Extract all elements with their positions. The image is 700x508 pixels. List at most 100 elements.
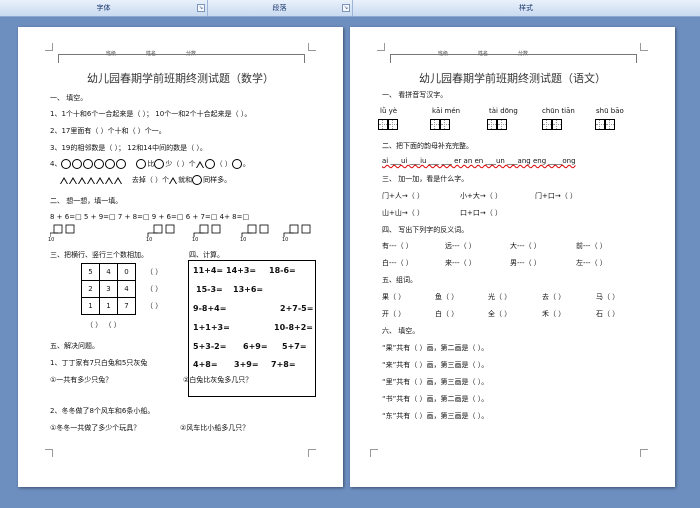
grid-cell: 7 [117, 297, 136, 315]
section-heading: 一、 看拼音写汉字。 [382, 91, 448, 99]
calc-item: 7+8= [271, 360, 296, 369]
pinyin-label: shū bāo [596, 107, 624, 115]
circle-icon [83, 159, 94, 169]
problem-2a: ①冬冬一共做了多少个玩具？ [50, 424, 141, 432]
antonym-item: 有---（ ） [382, 242, 413, 250]
calc-item: 5+3-2= [193, 342, 227, 351]
page-corner-mark [45, 43, 53, 51]
section-heading: 一、 填空。 [50, 94, 88, 102]
section-heading: 三、 加一加，看是什么字。 [382, 175, 469, 183]
problem-2: 2、冬冬做了8个风车和6条小船。 [50, 407, 155, 415]
writing-boxes[interactable] [487, 119, 507, 130]
q4-text: 就和 [178, 176, 193, 184]
calc-item: 9-8+4= [193, 304, 227, 313]
calc-item: 6+9= [243, 342, 268, 351]
stroke-question: “东”共有（ ）画，第三画是（ ）。 [382, 412, 489, 420]
question-4-label: 4、 [50, 160, 62, 168]
grid-cell: 3 [99, 280, 118, 298]
writing-boxes[interactable] [595, 119, 615, 130]
calc-item: 3+9= [234, 360, 259, 369]
calc-item: 5+7= [282, 342, 307, 351]
pinyin-label: kāi mén [432, 107, 461, 115]
grid-cell: 1 [81, 297, 100, 315]
document-page-chinese[interactable]: 班级 姓名 分数 幼儿园春期学前班期终测试题（语文） 一、 看拼音写汉字。 lǜ… [350, 27, 675, 487]
split-number: 10 [240, 237, 247, 243]
calc-item: 14+3= [226, 266, 257, 275]
section-heading: 四、 写出下列字的反义词。 [382, 226, 469, 234]
antonym-item: 白---（ ） [382, 259, 413, 267]
triangle-icon [195, 160, 204, 168]
circle-icon [136, 159, 147, 169]
char-add-item: 口+口→（ ） [460, 209, 502, 217]
writing-boxes[interactable] [378, 119, 398, 130]
triangle-icon [114, 176, 122, 184]
stroke-question: “来”共有（ ）画，第三画是（ ）。 [382, 361, 489, 369]
row-sum-blank: （ ） [146, 268, 163, 276]
problem-2b: ②风车比小船多几只？ [180, 424, 250, 432]
split-number: 10 [48, 237, 55, 243]
q4-text: （ ） [215, 160, 232, 168]
word-item: 白（ ） [435, 310, 459, 318]
question-1: 1、1个十和6个一合起来是（ ）； 10个一和2个十合起来是（ ）。 [50, 110, 252, 118]
word-item: 禾（ ） [542, 310, 566, 318]
circle-icon [61, 159, 72, 169]
document-page-math[interactable]: 班级 姓名 分数 幼儿园春期学前班期终测试题（数学） 一、 填空。 1、1个十和… [18, 27, 343, 487]
paragraph-dialog-launcher-icon[interactable]: ↘ [342, 4, 350, 12]
column-sum-blanks: （ ） （ ） [86, 320, 121, 330]
ribbon-bar: 字体 ↘ 段落 ↘ 样式 [0, 0, 700, 17]
word-item: 石（ ） [596, 310, 620, 318]
ribbon-group-styles: 样式 [352, 0, 700, 16]
calc-item: 18-6= [269, 266, 296, 275]
section-heading: 二、 想一想，填一填。 [50, 197, 123, 205]
page-corner-mark [308, 449, 316, 457]
writing-boxes[interactable] [430, 119, 450, 130]
word-item: 鱼（ ） [435, 293, 459, 301]
word-item: 全（ ） [488, 310, 512, 318]
grid-cell: 4 [99, 263, 118, 281]
q4-text: 少（ ）个 [165, 160, 196, 168]
page-corner-mark [308, 43, 316, 51]
problem-1b: ②白兔比灰兔多几只？ [183, 376, 253, 384]
triangle-icon [169, 176, 178, 184]
antonym-item: 来---（ ） [445, 259, 476, 267]
page-title: 幼儿园春期学前班期终测试题（语文） [419, 72, 606, 85]
char-add-item: 门+口→（ ） [535, 192, 577, 200]
triangle-icon [87, 176, 95, 184]
triangle-icon [96, 176, 104, 184]
grid-cell: 1 [99, 297, 118, 315]
header-rule [390, 54, 637, 63]
circle-icon [116, 159, 127, 169]
section-heading: 五、解决问题。 [50, 342, 99, 350]
section-heading: 四、计算。 [189, 251, 224, 259]
grid-cell: 0 [117, 263, 136, 281]
section-heading: 五、组词。 [382, 276, 417, 284]
header-rule [58, 54, 305, 63]
page-corner-mark [377, 43, 385, 51]
writing-boxes[interactable] [542, 119, 562, 130]
stroke-question: “书”共有（ ）画，第二画是（ ）。 [382, 395, 489, 403]
ribbon-group-styles-label: 样式 [519, 4, 533, 12]
circle-icon [204, 159, 215, 169]
calc-item: 13+6= [233, 285, 264, 294]
antonym-item: 前---（ ） [576, 242, 607, 250]
problem-1a: ①一共有多少只兔？ [50, 376, 113, 384]
triangle-icon [69, 176, 77, 184]
antonym-item: 远---（ ） [445, 242, 476, 250]
row-sum-blank: （ ） [146, 302, 163, 310]
page-title: 幼儿园春期学前班期终测试题（数学） [87, 72, 274, 85]
ribbon-group-paragraph: 段落 ↘ [207, 0, 353, 16]
section-heading: 六、 填空。 [382, 327, 420, 335]
char-add-item: 山+山→（ ） [382, 209, 424, 217]
triangle-icon [78, 176, 86, 184]
calc-item: 2+7-5= [280, 304, 314, 313]
page-corner-mark [640, 43, 648, 51]
font-dialog-launcher-icon[interactable]: ↘ [197, 4, 205, 12]
calc-item: 4+8= [193, 360, 218, 369]
triangle-icon [105, 176, 113, 184]
ribbon-group-paragraph-label: 段落 [272, 4, 287, 12]
ribbon-group-font-label: 字体 [96, 4, 111, 12]
calc-item: 11+4= [193, 266, 224, 275]
page-corner-mark [640, 449, 648, 457]
antonym-item: 大---（ ） [510, 242, 541, 250]
question-3: 3、19的相邻数是（ ）； 12和14中间的数是（ ）。 [50, 144, 207, 152]
